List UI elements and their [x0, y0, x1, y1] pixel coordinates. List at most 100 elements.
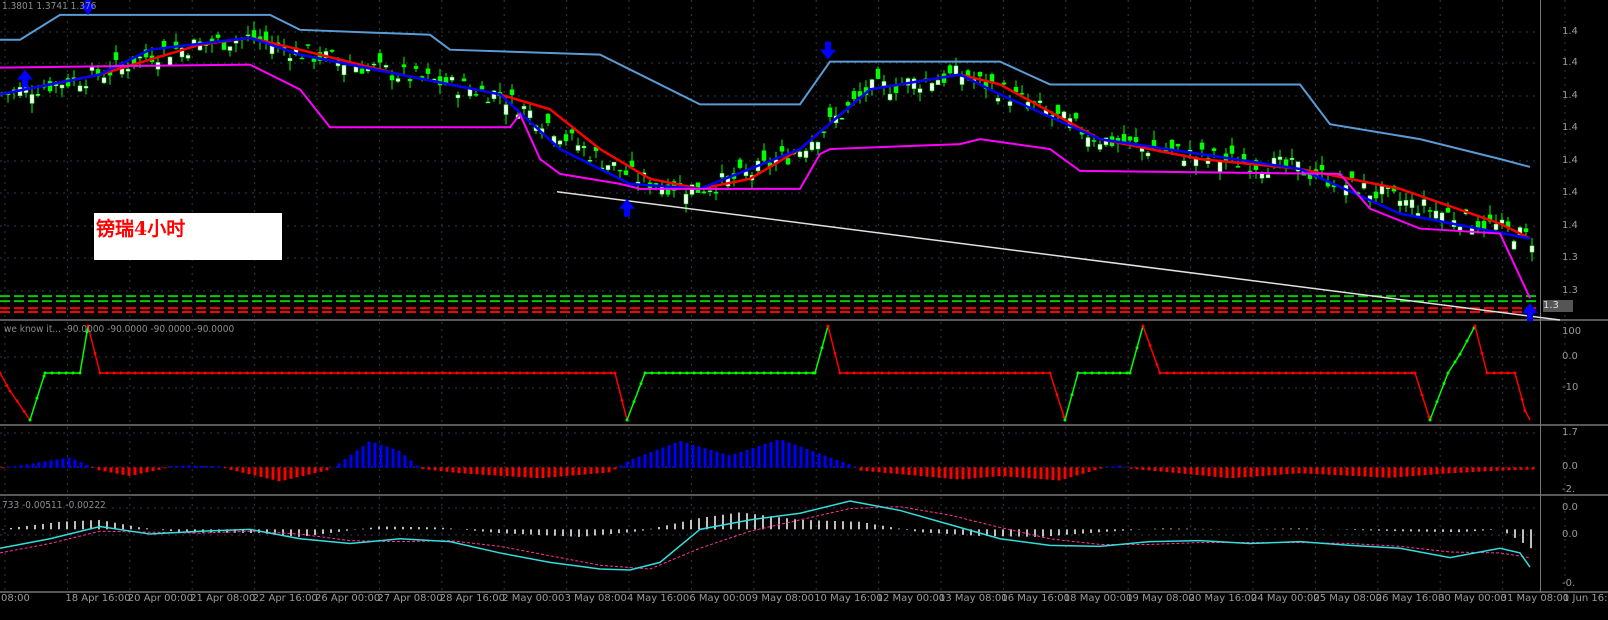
histogram-bar — [13, 466, 17, 468]
histogram-bar — [769, 442, 773, 468]
candle-body — [995, 97, 1001, 102]
histogram-bar — [307, 467, 311, 475]
oscillator-dot — [887, 371, 891, 375]
oscillator-dot — [266, 371, 270, 375]
oscillator-dot — [392, 371, 396, 375]
candle-body — [1379, 185, 1385, 195]
oscillator-dot — [1347, 371, 1351, 375]
oscillator-dot — [539, 371, 543, 375]
candle-body — [809, 141, 815, 151]
candle-body — [401, 64, 407, 68]
oscillator-dot — [1027, 371, 1031, 375]
candle-body — [101, 77, 107, 84]
histogram-bar — [595, 467, 599, 474]
oscillator-dot — [813, 371, 817, 375]
oscillator-dot — [908, 371, 912, 375]
oscillator-dot — [1480, 351, 1484, 355]
candle-body — [1169, 139, 1175, 150]
histogram-bar — [745, 449, 749, 468]
histogram-bar — [157, 467, 161, 470]
oscillator-dot — [776, 371, 780, 375]
candle-body — [461, 78, 467, 82]
histogram-bar — [1003, 467, 1007, 477]
oscillator-dot — [632, 400, 636, 404]
oscillator-dot — [685, 371, 689, 375]
histogram-bar — [1351, 467, 1355, 476]
histogram-bar — [1447, 467, 1451, 474]
time-tick: 30 May 00:00 — [1438, 593, 1507, 604]
trading-chart[interactable] — [0, 0, 1608, 620]
oscillator-dot — [978, 371, 982, 375]
histogram-bar — [583, 467, 587, 475]
candle-body — [1211, 148, 1217, 151]
histogram-bar — [913, 467, 917, 476]
oscillator-dot — [901, 371, 905, 375]
time-tick: 18 Apr 16:00 — [65, 593, 131, 604]
annotation-label[interactable]: 镑瑞4小时 — [94, 213, 282, 260]
histogram-bar — [1147, 467, 1151, 471]
histogram-bar — [325, 467, 329, 471]
oscillator-dot — [1111, 371, 1115, 375]
oscillator-dot — [852, 371, 856, 375]
histogram-bar — [223, 467, 227, 469]
oscillator-dot — [1063, 418, 1067, 422]
candle-body — [1085, 137, 1091, 147]
histogram-bar — [523, 467, 527, 478]
histogram-bar — [751, 447, 755, 468]
histogram-bar — [1477, 467, 1481, 472]
oscillator-dot — [441, 371, 445, 375]
candle-body — [617, 169, 623, 172]
oscillator-dot — [93, 351, 97, 355]
oscillator-dot — [957, 371, 961, 375]
oscillator-dot — [1263, 371, 1267, 375]
histogram-bar — [607, 467, 611, 473]
histogram-bar — [859, 467, 863, 471]
histogram-bar — [121, 467, 125, 475]
histogram-bar — [199, 465, 203, 468]
candle-body — [1199, 142, 1205, 150]
oscillator-segment — [1524, 410, 1531, 421]
oscillator-segment — [1414, 372, 1431, 421]
histogram-bar — [433, 467, 437, 471]
histogram-bar — [667, 445, 671, 468]
candle-body — [605, 165, 611, 170]
histogram-bar — [457, 467, 461, 474]
signal-arrow-up-icon — [1522, 303, 1538, 322]
histogram-bar — [847, 464, 851, 468]
oscillator-dot — [1228, 371, 1232, 375]
candle-body — [683, 193, 689, 205]
oscillator-dot — [217, 371, 221, 375]
histogram-bar — [253, 467, 257, 476]
oscillator-dot — [727, 371, 731, 375]
histogram-bar — [889, 467, 893, 474]
oscillator-dot — [567, 371, 571, 375]
oscillator-dot — [322, 371, 326, 375]
oscillator-dot — [476, 371, 480, 375]
oscillator-dot — [175, 371, 179, 375]
histogram-bar — [1267, 467, 1271, 476]
oscillator-dot — [595, 371, 599, 375]
histogram-bar — [73, 459, 77, 468]
candle-body — [821, 131, 827, 134]
histogram-bar — [1015, 467, 1019, 478]
histogram-bar — [1075, 467, 1079, 476]
oscillator-dot — [833, 351, 837, 355]
histogram-bar — [343, 459, 347, 468]
oscillator-dot — [1158, 371, 1162, 375]
histogram-bar — [1177, 467, 1181, 474]
hist-tick: 0.0 — [1562, 461, 1578, 472]
candle-body — [569, 129, 575, 134]
histogram-bar — [109, 467, 113, 473]
histogram-bar — [613, 467, 617, 470]
histogram-bar — [631, 458, 635, 468]
histogram-bar — [733, 453, 737, 468]
histogram-bar — [289, 467, 293, 479]
histogram-bar — [1297, 467, 1301, 474]
histogram-bar — [727, 455, 731, 468]
oscillator-dot — [650, 371, 654, 375]
histogram-bar — [1363, 467, 1367, 477]
candle-body — [395, 78, 401, 82]
histogram-bar — [757, 446, 761, 468]
candle-body — [935, 79, 941, 86]
histogram-bar — [103, 467, 107, 472]
